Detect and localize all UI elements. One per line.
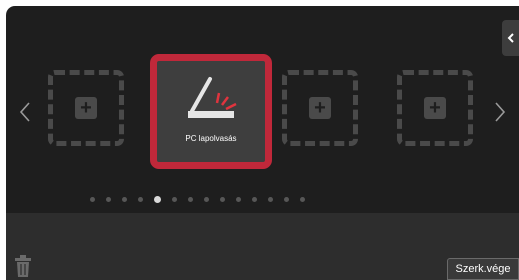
chevron-left-icon bbox=[507, 33, 514, 43]
page-dot bbox=[300, 196, 305, 202]
finish-editing-button[interactable]: Szerk.vége bbox=[447, 258, 519, 280]
empty-shortcut-slot[interactable]: + bbox=[397, 70, 473, 146]
page-dot bbox=[90, 196, 95, 202]
empty-shortcut-slot[interactable]: + bbox=[48, 70, 124, 146]
page-dot bbox=[268, 196, 273, 202]
chevron-left-icon bbox=[19, 102, 30, 122]
shortcut-label: PC lapolvasás bbox=[185, 134, 237, 143]
home-screen-edit-mode: + PC lapolvasás + + Szerk.vége bbox=[6, 6, 519, 280]
trash-icon[interactable] bbox=[14, 254, 32, 278]
plus-icon: + bbox=[424, 97, 446, 119]
page-dot bbox=[188, 196, 193, 202]
footer-bar bbox=[6, 213, 519, 280]
shortcut-pc-scan[interactable]: PC lapolvasás bbox=[150, 54, 272, 169]
plus-icon: + bbox=[309, 97, 331, 119]
page-dot-active bbox=[154, 195, 161, 203]
page-dot bbox=[220, 196, 225, 202]
plus-icon: + bbox=[75, 97, 97, 119]
pc-scan-icon bbox=[188, 77, 237, 118]
page-dot bbox=[236, 196, 241, 202]
page-dot bbox=[138, 196, 143, 202]
next-page-button[interactable] bbox=[490, 94, 510, 130]
page-dot bbox=[204, 196, 209, 202]
collapse-panel-tab[interactable] bbox=[502, 20, 519, 56]
page-dot bbox=[122, 196, 127, 202]
page-indicator bbox=[90, 195, 305, 203]
previous-page-button[interactable] bbox=[15, 94, 35, 130]
page-dot bbox=[172, 196, 177, 202]
page-dot bbox=[252, 196, 257, 202]
empty-shortcut-slot[interactable]: + bbox=[282, 70, 358, 146]
page-dot bbox=[106, 196, 111, 202]
chevron-right-icon bbox=[495, 102, 506, 122]
page-dot bbox=[284, 196, 289, 202]
